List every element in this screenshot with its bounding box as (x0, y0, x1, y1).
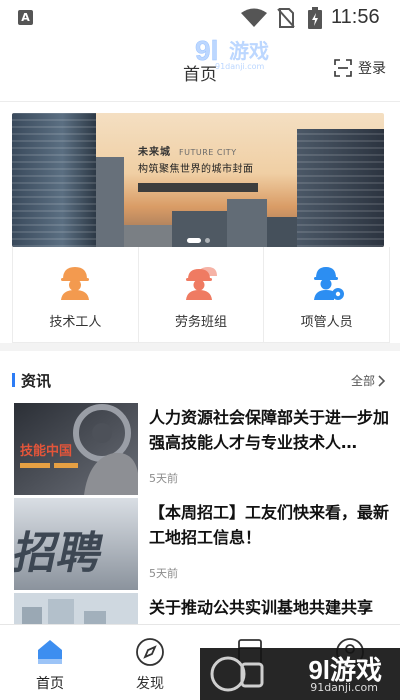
tab-label: 首页 (36, 676, 64, 692)
tab-discover[interactable]: 发现 (100, 625, 200, 700)
category-labor-teams[interactable]: 劳务班组 (139, 247, 265, 342)
app-screen: A 11:56 首页 登录 9l 游戏 91danji.com 未来城 FUTU… (0, 0, 400, 700)
watermark-logo-bottom: 9l游戏 91danji.com (200, 648, 400, 700)
manager-gear-icon (313, 267, 344, 300)
article-title: 关于推动公共实训基地共建共享 (149, 598, 374, 617)
tab-home[interactable]: 首页 (0, 625, 100, 700)
status-bar: A 11:56 (0, 0, 400, 36)
scan-icon (334, 59, 352, 77)
category-skilled-workers[interactable]: 技术工人 (13, 247, 139, 342)
category-label: 项管人员 (300, 315, 353, 330)
banner-strip (138, 183, 258, 192)
banner-indicator (12, 238, 384, 243)
clock-time: 11:56 (331, 6, 380, 28)
banner-dot-active[interactable] (186, 238, 201, 243)
category-grid: 技术工人 劳务班组 项管人员 (12, 247, 390, 343)
banner-subtitle: 构筑聚焦世界的城市封面 (138, 164, 254, 175)
compass-icon (136, 638, 164, 666)
svg-text:91danji.com: 91danji.com (215, 62, 265, 71)
tab-label: 发现 (136, 676, 164, 692)
article-thumbnail: 招聘 (14, 498, 138, 590)
article-title: 【本周招工】工友们快来看，最新工地招工信息！ (149, 503, 389, 547)
banner-title: 未来城 (138, 147, 171, 158)
section-accent-bar (12, 373, 15, 387)
banner-text: 未来城 FUTURE CITY 构筑聚焦世界的城市封面 (138, 143, 258, 192)
app-notification-icon: A (18, 10, 33, 25)
watermark-emblem (210, 656, 264, 692)
article-time: 5天前 (149, 472, 178, 485)
watermark-url: 91danji.com (310, 681, 378, 694)
article-title: 人力资源社会保障部关于进一步加强高技能人才与专业技术人… (149, 408, 389, 452)
article-time: 5天前 (149, 567, 178, 580)
chevron-right-icon (378, 374, 386, 387)
worker-helmet-icon (61, 267, 90, 300)
category-project-managers[interactable]: 项管人员 (264, 247, 389, 342)
category-label: 劳务班组 (175, 315, 228, 330)
article-thumbnail: 技能中国 (14, 403, 138, 495)
login-label: 登录 (358, 61, 386, 77)
promo-banner[interactable]: 未来城 FUTURE CITY 构筑聚焦世界的城市封面 (12, 113, 384, 247)
home-icon (38, 640, 62, 664)
team-helmet-icon (186, 267, 217, 300)
news-article[interactable]: 技能中国 人力资源社会保障部关于进一步加强高技能人才与专业技术人… 5天前 (14, 403, 394, 495)
news-article[interactable]: 招聘 【本周招工】工友们快来看，最新工地招工信息！ 5天前 (14, 498, 394, 590)
no-sim-icon (277, 8, 295, 28)
watermark-logo-top: 9l 游戏 91danji.com (195, 35, 291, 76)
battery-charging-icon (308, 7, 322, 29)
view-all-news-link[interactable]: 全部 (351, 372, 386, 389)
banner-title-en: FUTURE CITY (179, 148, 237, 157)
category-label: 技术工人 (49, 315, 102, 330)
login-button[interactable]: 登录 (334, 58, 386, 78)
thumb-text: 技能中国 (20, 443, 72, 459)
news-section-title: 资讯 (21, 372, 52, 390)
wifi-icon (241, 8, 267, 27)
view-all-label: 全部 (350, 374, 375, 388)
thumb-text: 招聘 (14, 528, 108, 578)
section-divider (0, 343, 400, 351)
banner-dot[interactable] (204, 238, 210, 243)
svg-text:游戏: 游戏 (229, 39, 269, 63)
news-section-header: 资讯 全部 (0, 351, 400, 399)
